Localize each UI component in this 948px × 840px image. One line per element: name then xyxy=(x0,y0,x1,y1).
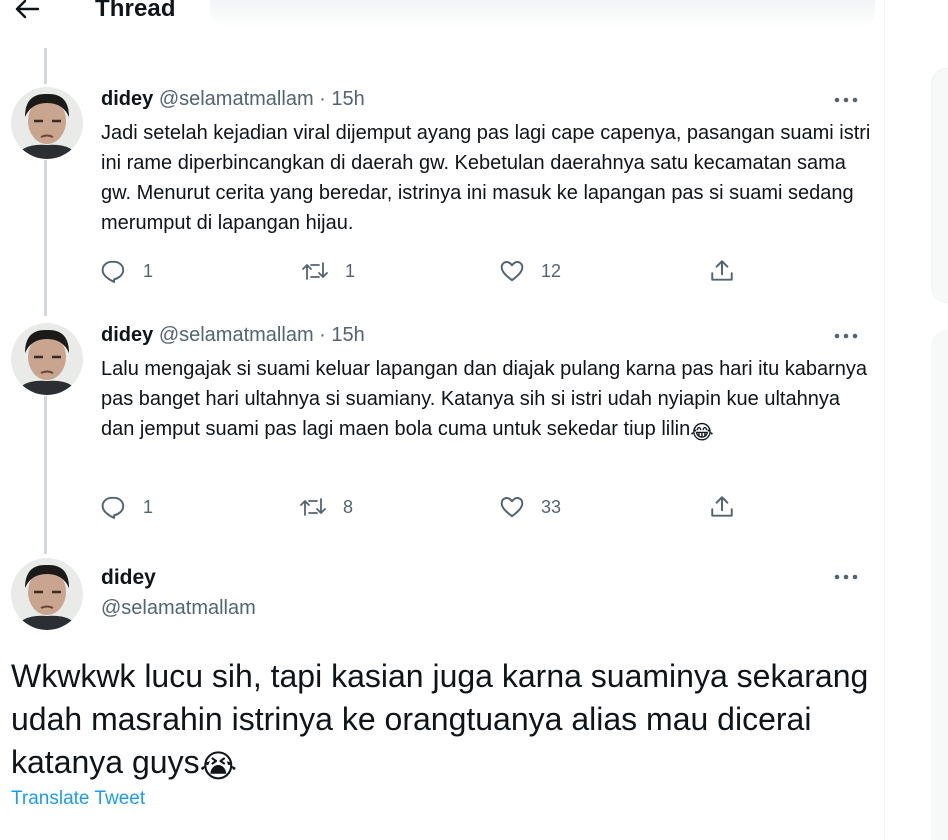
sidebar-card xyxy=(931,330,948,840)
laughing-crying-emoji: 😂 xyxy=(690,422,714,444)
thread-header: Thread xyxy=(0,0,884,28)
more-button[interactable] xyxy=(832,326,860,346)
thread-connector-top xyxy=(44,48,47,84)
author-handle[interactable]: @selamatmallam xyxy=(159,88,314,110)
like-icon xyxy=(500,497,524,518)
reply-button[interactable]: 1 xyxy=(101,494,153,520)
reply-button[interactable]: 1 xyxy=(101,258,153,284)
retweet-button[interactable]: 1 xyxy=(301,258,355,284)
author-name[interactable]: didey xyxy=(101,324,153,346)
more-button[interactable] xyxy=(832,90,860,110)
avatar[interactable] xyxy=(11,323,83,395)
more-icon xyxy=(834,333,858,339)
back-button[interactable] xyxy=(12,0,42,24)
like-button[interactable]: 33 xyxy=(499,494,561,520)
reply-icon xyxy=(101,496,125,519)
focused-tweet-text: Wkwkwk lucu sih, tapi kasian juga karna … xyxy=(11,655,871,788)
loudly-crying-emoji: 😭 xyxy=(199,748,237,784)
share-button[interactable] xyxy=(709,494,735,520)
avatar[interactable] xyxy=(11,558,83,630)
share-icon xyxy=(711,496,733,517)
more-icon xyxy=(834,97,858,103)
thread-column: Thread didey @selamatmallam · 15h Jadi s… xyxy=(0,0,885,840)
reply-icon xyxy=(101,260,125,283)
focused-tweet-text-content: Wkwkwk lucu sih, tapi kasian juga karna … xyxy=(11,658,869,780)
author-name[interactable]: didey xyxy=(101,88,153,110)
separator: · xyxy=(319,324,326,346)
reply-count: 1 xyxy=(143,260,154,281)
timestamp[interactable]: 15h xyxy=(331,88,364,110)
arrow-left-icon xyxy=(15,0,40,19)
retweet-button[interactable]: 8 xyxy=(299,494,353,520)
tweet-text: Jadi setelah kejadian viral dijemput aya… xyxy=(101,122,871,234)
tweet-actions: 1 8 33 xyxy=(101,494,741,524)
separator: · xyxy=(319,88,326,110)
sidebar-card xyxy=(931,68,948,303)
tweet-header: didey @selamatmallam · 15h xyxy=(101,88,365,111)
page-title: Thread xyxy=(95,0,176,22)
retweet-count: 1 xyxy=(345,260,356,281)
more-button[interactable] xyxy=(832,567,860,587)
author-name[interactable]: didey xyxy=(101,566,156,590)
reply-count: 1 xyxy=(143,496,154,517)
translate-tweet-link[interactable]: Translate Tweet xyxy=(11,788,145,810)
share-icon xyxy=(711,260,733,281)
retweet-icon xyxy=(300,498,326,516)
tweet-actions: 1 1 12 xyxy=(101,258,741,288)
more-icon xyxy=(834,574,858,580)
thread-tweet[interactable]: didey @selamatmallam · 15h Jadi setelah … xyxy=(0,87,884,298)
like-count: 33 xyxy=(541,496,562,517)
timestamp[interactable]: 15h xyxy=(331,324,364,346)
retweet-icon xyxy=(302,262,328,280)
like-button[interactable]: 12 xyxy=(499,258,561,284)
avatar[interactable] xyxy=(11,87,83,159)
tweet-header: didey @selamatmallam · 15h xyxy=(101,324,365,347)
thread-tweet[interactable]: didey @selamatmallam · 15h Lalu mengajak… xyxy=(0,323,884,534)
share-button[interactable] xyxy=(709,258,735,284)
retweet-count: 8 xyxy=(343,496,354,517)
author-handle[interactable]: @selamatmallam xyxy=(101,597,256,620)
author-handle[interactable]: @selamatmallam xyxy=(159,324,314,346)
like-count: 12 xyxy=(541,260,562,281)
like-icon xyxy=(500,261,524,282)
right-sidebar xyxy=(885,0,948,840)
tweet-text: Lalu mengajak si suami keluar lapangan d… xyxy=(101,354,871,448)
tweet-text-content: Lalu mengajak si suami keluar lapangan d… xyxy=(101,358,868,440)
